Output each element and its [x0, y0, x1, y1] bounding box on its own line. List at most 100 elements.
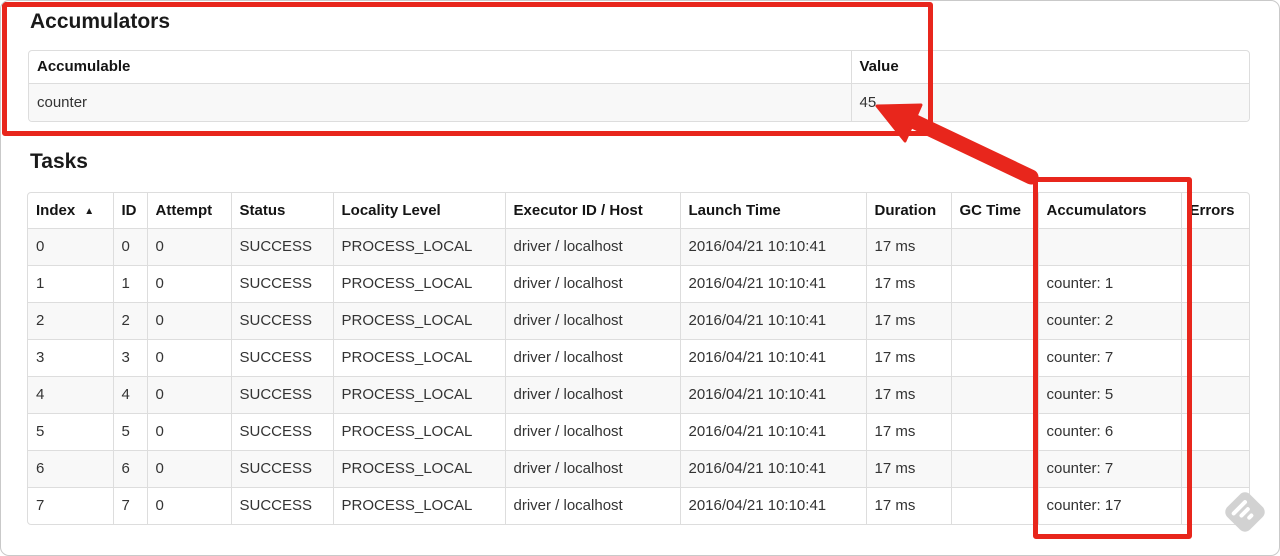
cell-launch-time: 2016/04/21 10:10:41 [679, 486, 866, 524]
table-row: 7 7 0 SUCCESS PROCESS_LOCAL driver / localhos… [28, 486, 1249, 524]
cell-attempt: 0 [146, 264, 231, 302]
accumulators-section-heading: Accumulators [30, 10, 171, 33]
cell-errors [1180, 264, 1249, 302]
cell-gc-time [950, 486, 1038, 524]
cell-index: 3 [28, 338, 113, 376]
cell-id: 6 [112, 449, 147, 487]
cell-status: SUCCESS [230, 227, 333, 265]
column-header-label: Errors [1189, 201, 1235, 219]
cell-gc-time [950, 375, 1038, 413]
column-header-launch-time[interactable]: Launch Time [679, 193, 866, 228]
tasks-table-header-row: Index ▲ ID Attempt Status Locality Level Execu… [28, 193, 1249, 228]
cell-gc-time [950, 449, 1038, 487]
column-header-accumulators[interactable]: Accumulators [1037, 193, 1181, 228]
column-header-errors[interactable]: Errors [1180, 193, 1249, 228]
cell-index: 2 [28, 301, 113, 339]
cell-errors [1180, 301, 1249, 339]
table-row: 2 2 0 SUCCESS PROCESS_LOCAL driver / localhos… [28, 301, 1249, 339]
column-header-label: Locality Level [341, 201, 441, 219]
cell-attempt: 0 [146, 227, 231, 265]
cell-duration: 17 ms [865, 375, 951, 413]
cell-duration: 17 ms [865, 486, 951, 524]
column-header-label: Index [36, 201, 76, 219]
cell-executor-id-host: driver / localhost [504, 264, 680, 302]
cell-attempt: 0 [146, 338, 231, 376]
cell-locality-level: PROCESS_LOCAL [332, 449, 505, 487]
cell-locality-level: PROCESS_LOCAL [332, 375, 505, 413]
cell-attempt: 0 [146, 449, 231, 487]
column-header-value[interactable]: Value [850, 51, 1249, 83]
column-header-label: GC Time [959, 201, 1021, 219]
column-header-id[interactable]: ID [112, 193, 147, 228]
column-header-label: Launch Time [688, 201, 781, 219]
cell-id: 0 [112, 227, 147, 265]
column-header-label: Value [859, 58, 899, 76]
column-header-label: Accumulable [37, 58, 131, 76]
cell-index: 7 [28, 486, 113, 524]
cell-status: SUCCESS [230, 486, 333, 524]
cell-launch-time: 2016/04/21 10:10:41 [679, 449, 866, 487]
table-row: 0 0 0 SUCCESS PROCESS_LOCAL driver / localhos… [28, 227, 1249, 265]
table-row: counter 45 [29, 82, 1249, 121]
accumulators-table-header-row: Accumulable Value [29, 51, 1249, 83]
column-header-attempt[interactable]: Attempt [146, 193, 231, 228]
column-header-executor-id-host[interactable]: Executor ID / Host [504, 193, 680, 228]
cell-errors [1180, 449, 1249, 487]
cell-id: 4 [112, 375, 147, 413]
cell-accumulators: counter: 5 [1037, 375, 1181, 413]
cell-duration: 17 ms [865, 227, 951, 265]
cell-duration: 17 ms [865, 338, 951, 376]
cell-status: SUCCESS [230, 301, 333, 339]
tasks-table-body: 0 0 0 SUCCESS PROCESS_LOCAL driver / localhos… [28, 227, 1249, 524]
table-row: 1 1 0 SUCCESS PROCESS_LOCAL driver / localhos… [28, 264, 1249, 302]
cell-accumulators: counter: 17 [1037, 486, 1181, 524]
cell-id: 2 [112, 301, 147, 339]
cell-gc-time [950, 301, 1038, 339]
cell-value: 45 [850, 82, 1249, 121]
cell-status: SUCCESS [230, 264, 333, 302]
cell-attempt: 0 [146, 486, 231, 524]
cell-launch-time: 2016/04/21 10:10:41 [679, 227, 866, 265]
cell-id: 1 [112, 264, 147, 302]
column-header-label: Duration [874, 201, 937, 219]
cell-index: 1 [28, 264, 113, 302]
cell-status: SUCCESS [230, 449, 333, 487]
cell-index: 4 [28, 375, 113, 413]
cell-gc-time [950, 227, 1038, 265]
column-header-locality-level[interactable]: Locality Level [332, 193, 505, 228]
column-header-label: Accumulators [1046, 201, 1147, 219]
cell-errors [1180, 412, 1249, 450]
column-header-index[interactable]: Index ▲ [28, 193, 113, 228]
cell-launch-time: 2016/04/21 10:10:41 [679, 264, 866, 302]
cell-locality-level: PROCESS_LOCAL [332, 264, 505, 302]
cell-executor-id-host: driver / localhost [504, 375, 680, 413]
column-header-label: Status [239, 201, 286, 219]
cell-launch-time: 2016/04/21 10:10:41 [679, 412, 866, 450]
cell-duration: 17 ms [865, 412, 951, 450]
accumulators-table: Accumulable Value counter 45 [28, 50, 1250, 122]
cell-errors [1180, 227, 1249, 265]
column-header-label: Executor ID / Host [513, 201, 643, 219]
cell-executor-id-host: driver / localhost [504, 338, 680, 376]
cell-accumulators: counter: 6 [1037, 412, 1181, 450]
table-row: 5 5 0 SUCCESS PROCESS_LOCAL driver / localhos… [28, 412, 1249, 450]
column-header-gc-time[interactable]: GC Time [950, 193, 1038, 228]
cell-locality-level: PROCESS_LOCAL [332, 412, 505, 450]
cell-accumulators [1037, 227, 1181, 265]
cell-accumulators: counter: 7 [1037, 338, 1181, 376]
column-header-status[interactable]: Status [230, 193, 333, 228]
cell-launch-time: 2016/04/21 10:10:41 [679, 375, 866, 413]
cell-attempt: 0 [146, 301, 231, 339]
column-header-label: Attempt [155, 201, 213, 219]
column-header-accumulable[interactable]: Accumulable [29, 51, 851, 83]
cell-executor-id-host: driver / localhost [504, 227, 680, 265]
cell-gc-time [950, 338, 1038, 376]
cell-launch-time: 2016/04/21 10:10:41 [679, 338, 866, 376]
table-row: 3 3 0 SUCCESS PROCESS_LOCAL driver / localhos… [28, 338, 1249, 376]
column-header-duration[interactable]: Duration [865, 193, 951, 228]
cell-id: 3 [112, 338, 147, 376]
cell-duration: 17 ms [865, 449, 951, 487]
cell-status: SUCCESS [230, 338, 333, 376]
cell-locality-level: PROCESS_LOCAL [332, 301, 505, 339]
tasks-table: Index ▲ ID Attempt Status Locality Level Execu… [27, 192, 1250, 525]
